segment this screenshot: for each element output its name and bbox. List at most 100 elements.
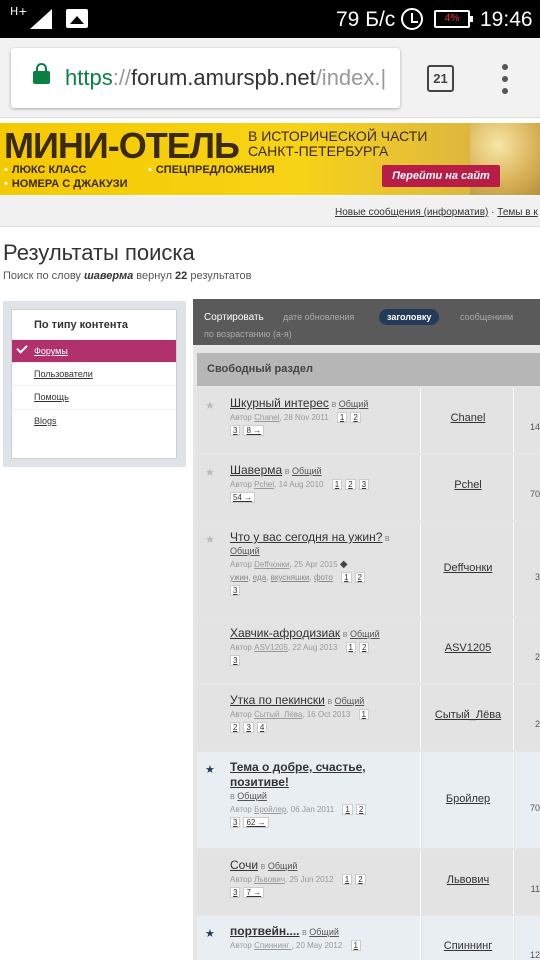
author-prefix: Автор [230, 941, 255, 950]
page-link[interactable]: 1 [341, 874, 353, 885]
page-link[interactable]: 1 [350, 940, 361, 951]
forum-link[interactable]: Общий [268, 861, 298, 871]
author-link[interactable]: Львович [254, 875, 285, 884]
star-icon[interactable]: ★ [205, 399, 215, 412]
tab-switcher-button[interactable]: 21 [427, 65, 454, 92]
forum-link[interactable]: Общий [339, 399, 369, 409]
starter-link[interactable]: Deffчонки [422, 562, 514, 574]
table-row[interactable]: ★ Что у вас сегодня на ужин? в Общий Авто… [197, 522, 540, 616]
page-link[interactable]: 1 [336, 412, 348, 423]
starter-link[interactable]: Pchel [422, 479, 514, 491]
topic-title-link[interactable]: Что у вас сегодня на ужин? [230, 530, 382, 544]
sort-by-title[interactable]: заголовку [379, 309, 440, 325]
page-link[interactable]: 2 [355, 804, 367, 815]
starter-link[interactable]: ASV1205 [422, 642, 514, 654]
page-link[interactable]: 2 [355, 874, 366, 885]
page-link[interactable]: 62 → [243, 817, 269, 828]
page-link[interactable]: 3 [230, 887, 241, 898]
page-link[interactable]: 54 → [230, 492, 256, 503]
author-link[interactable]: ASV1205 [254, 643, 288, 652]
banner-subtitle: В ИСТОРИЧЕСКОЙ ЧАСТИ САНКТ-ПЕТЕРБУРГА [248, 129, 427, 159]
author-link[interactable]: Сытый_Лёва [254, 710, 302, 719]
tag-link[interactable]: фото [314, 573, 333, 582]
topic-title-link[interactable]: портвейн.... [230, 924, 299, 938]
table-row[interactable]: ★ портвейн.... в Общий Автор Спиннинг , … [197, 916, 540, 960]
tag-link[interactable]: вкусняшки [271, 573, 310, 582]
page-link[interactable]: 1 [341, 572, 352, 583]
sort-by-update[interactable]: дате обновления [283, 312, 354, 322]
starter-link[interactable]: Бройлер [422, 793, 514, 805]
topic-date: , 16 Oct 2013 [302, 710, 351, 719]
page-link[interactable]: 3 [230, 655, 241, 666]
page-link[interactable]: 1 [331, 479, 343, 490]
page-link[interactable]: 4 [256, 722, 268, 733]
forum-link[interactable]: Общий [292, 466, 322, 476]
page-link[interactable]: 2 [354, 572, 365, 583]
page-link[interactable]: 3 [230, 817, 241, 828]
star-icon[interactable]: ★ [205, 533, 215, 546]
author-link[interactable]: Бройлер [254, 805, 286, 814]
address-bar[interactable]: https://forum.amurspb.net/index.| [11, 48, 400, 108]
topic-in: в [299, 927, 310, 937]
page-link[interactable]: 2 [345, 479, 356, 490]
table-row[interactable]: Сочи в Общий Автор Львович, 25 Jun 2012 … [197, 850, 540, 914]
author-link[interactable]: Pchel [254, 480, 274, 489]
topic-cell: Утка по пекински в Общий Автор Сытый_Лёв… [197, 685, 421, 750]
starter-link[interactable]: Chanel [422, 412, 514, 424]
page-link[interactable]: 2 [359, 642, 370, 653]
forum-link[interactable]: Общий [350, 629, 380, 639]
forum-link[interactable]: Общий [237, 791, 267, 801]
topics-link[interactable]: Темы в к [497, 207, 537, 218]
table-row[interactable]: ★ Тема о добре, счастье, позитиве! в Общ… [197, 752, 540, 848]
page-link[interactable]: 2 [230, 722, 241, 733]
page-link[interactable]: 1 [342, 804, 353, 815]
banner-cta-button[interactable]: Перейти на сайт [382, 165, 500, 187]
sort-by-posts[interactable]: сообщениям [460, 312, 513, 322]
page-link[interactable]: 8 → [243, 425, 265, 436]
starter-link[interactable]: Сытый_Лёва [422, 709, 514, 721]
page-link[interactable]: 3 [358, 479, 370, 490]
page-link[interactable]: 2 [350, 412, 361, 423]
star-icon[interactable]: ★ [205, 763, 215, 776]
filter-item-help[interactable]: Помощь [12, 385, 176, 408]
page-link[interactable]: 1 [345, 642, 356, 653]
forum-link[interactable]: Общий [230, 546, 260, 556]
topic-title-link[interactable]: Тема о добре, счастье, позитиве! [230, 760, 366, 789]
filter-box: По типу контента Форумы Пользователи Пом… [11, 309, 177, 459]
filter-item-users[interactable]: Пользователи [12, 362, 176, 385]
forum-link[interactable]: Общий [309, 927, 339, 937]
page-link[interactable]: 3 [230, 585, 241, 596]
author-link[interactable]: Deffчонки [254, 560, 290, 569]
table-row[interactable]: ★ Шкурный интерес в Общий Автор Chanel, … [197, 388, 540, 453]
table-row[interactable]: Утка по пекински в Общий Автор Сытый_Лёв… [197, 685, 540, 750]
sort-order[interactable]: по возрастанию (а-я) [204, 329, 292, 339]
clock: 19:46 [480, 8, 533, 31]
forum-link[interactable]: Общий [335, 696, 365, 706]
overflow-menu-icon[interactable] [498, 64, 512, 94]
topic-title-link[interactable]: Шаверма [230, 463, 282, 477]
topic-title-link[interactable]: Хавчик-афродизиак [230, 626, 340, 640]
star-icon[interactable]: ★ [205, 927, 215, 940]
starter-link[interactable]: Львович [422, 874, 514, 886]
topic-title-link[interactable]: Шкурный интерес [230, 396, 329, 410]
author-link[interactable]: Спиннинг [254, 941, 291, 950]
topic-title-link[interactable]: Сочи [230, 858, 258, 872]
page-link[interactable]: 7 → [243, 887, 265, 898]
star-icon[interactable]: ★ [205, 466, 215, 479]
topic-info: Хавчик-афродизиак в Общий Автор ASV1205,… [230, 626, 414, 667]
tag-link[interactable]: ужин [230, 573, 248, 582]
url-text[interactable]: https://forum.amurspb.net/index.| [65, 66, 386, 90]
tag-link[interactable]: еда [253, 573, 266, 582]
author-link[interactable]: Chanel [254, 413, 279, 422]
page-link[interactable]: 1 [358, 709, 369, 720]
ad-banner[interactable]: МИНИ-ОТЕЛЬ В ИСТОРИЧЕСКОЙ ЧАСТИ САНКТ-ПЕ… [0, 123, 540, 195]
starter-link[interactable]: Спиннинг [422, 940, 514, 952]
page-link[interactable]: 3 [230, 425, 241, 436]
table-row[interactable]: Хавчик-афродизиак в Общий Автор ASV1205,… [197, 618, 540, 683]
page-link[interactable]: 3 [243, 722, 254, 733]
topic-title-link[interactable]: Утка по пекински [230, 693, 325, 707]
filter-item-forums[interactable]: Форумы [12, 339, 176, 362]
new-posts-link[interactable]: Новые сообщения (информатив) [335, 207, 488, 218]
table-row[interactable]: ★ Шаверма в Общий Автор Pchel, 14 Aug 20… [197, 455, 540, 520]
filter-item-blogs[interactable]: Blogs [12, 409, 176, 432]
